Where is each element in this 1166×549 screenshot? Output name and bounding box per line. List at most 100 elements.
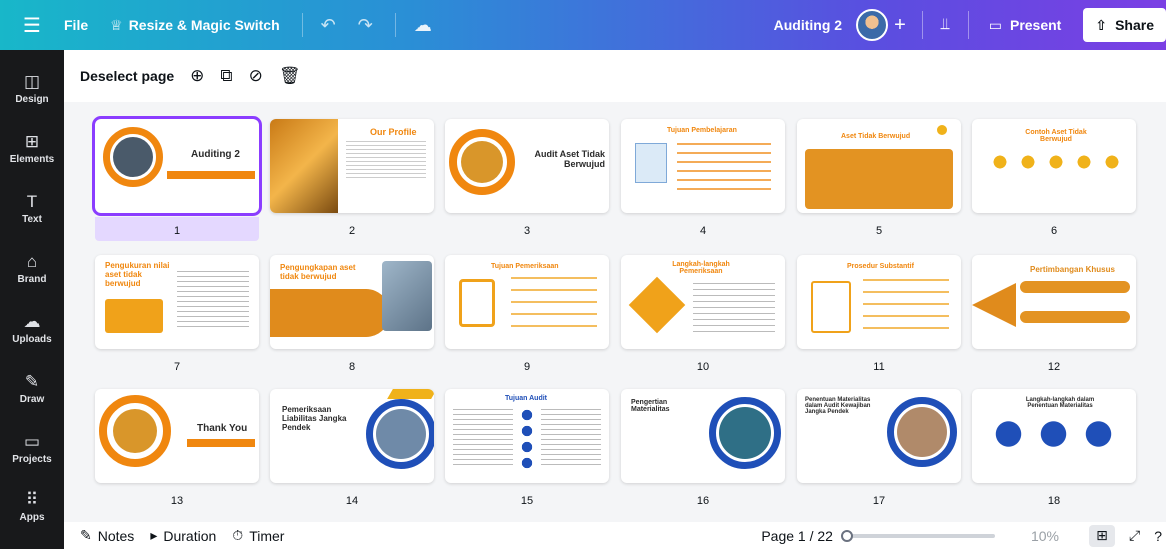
slide-thumbnail[interactable]: Thank You — [95, 389, 259, 483]
slide-17[interactable]: Penentuan Materialitas dalam Audit Kewaj… — [797, 389, 961, 507]
present-label: Present — [1009, 17, 1062, 33]
slide-thumbnail[interactable]: Audit Aset Tidak Berwujud — [445, 119, 609, 213]
add-page-icon[interactable]: ⊕ — [190, 66, 204, 86]
rail-label: Text — [22, 214, 42, 225]
zoom-level[interactable]: 10% — [1031, 528, 1059, 544]
present-icon: ▭ — [988, 16, 1002, 33]
rail-label: Design — [15, 94, 49, 105]
slide-13[interactable]: Thank You 13 — [95, 389, 259, 507]
slide-10[interactable]: Langkah-langkah Pemeriksaan 10 — [621, 255, 785, 373]
slide-thumbnail[interactable]: Penentuan Materialitas dalam Audit Kewaj… — [797, 389, 961, 483]
rail-label: Apps — [19, 512, 45, 523]
slide-14[interactable]: Pemeriksaan Liabilitas Jangka Pendek 14 — [270, 389, 434, 507]
slide-title: Pengukuran nilai aset tidak berwujud — [105, 261, 170, 288]
rail-item-uploads[interactable]: ☁ Uploads — [0, 312, 64, 345]
slide-thumbnail[interactable]: Pemeriksaan Liabilitas Jangka Pendek — [270, 389, 434, 483]
cloud-saved-icon[interactable]: ☁ — [414, 15, 432, 36]
zoom-slider-handle[interactable] — [840, 529, 853, 542]
slide-thumbnail[interactable]: Tujuan Pemeriksaan — [445, 255, 609, 349]
hide-page-icon[interactable]: ⊘ — [249, 66, 263, 86]
slide-thumbnail[interactable]: Aset Tidak Berwujud — [797, 119, 961, 213]
insights-icon[interactable]: ⫫ — [941, 16, 950, 34]
help-icon[interactable]: ? — [1154, 528, 1162, 544]
top-bar-right: Auditing 2 + ⫫ ▭ Present ⇧ Share — [774, 0, 1166, 50]
slide-15[interactable]: Tujuan Audit 15 — [445, 389, 609, 507]
slide-2[interactable]: Our Profile 2 — [270, 119, 434, 237]
redo-icon[interactable]: ↷ — [358, 15, 373, 36]
resize-magic-switch-button[interactable]: ♕ Resize & Magic Switch — [110, 17, 280, 34]
rail-item-elements[interactable]: ⊞ Elements — [0, 132, 64, 165]
slide-title: Langkah-langkah Pemeriksaan — [672, 261, 730, 275]
page-indicator[interactable]: Page 1 / 22 — [761, 528, 833, 544]
present-button[interactable]: ▭ Present — [975, 8, 1076, 42]
slide-thumbnail[interactable]: Contoh Aset Tidak Berwujud — [972, 119, 1136, 213]
avatar[interactable] — [856, 9, 889, 41]
timer-button[interactable]: ⏱ Timer — [232, 527, 284, 544]
slide-number: 14 — [345, 495, 359, 507]
file-label: File — [64, 17, 89, 33]
apps-icon: ⠿ — [25, 490, 39, 509]
rail-item-draw[interactable]: ✎ Draw — [0, 372, 64, 405]
draw-icon: ✎ — [24, 372, 40, 391]
fullscreen-icon[interactable]: ⤢ — [1129, 527, 1140, 544]
slide-4[interactable]: Tujuan Pembelajaran 4 — [621, 119, 785, 237]
slide-3[interactable]: Audit Aset Tidak Berwujud 3 — [445, 119, 609, 237]
slide-thumbnail[interactable]: Auditing 2 — [92, 116, 262, 216]
slide-title: Tujuan Pembelajaran — [667, 127, 737, 134]
slide-title: Pemeriksaan Liabilitas Jangka Pendek — [282, 405, 347, 432]
slide-thumbnail[interactable]: Langkah-langkah Pemeriksaan — [621, 255, 785, 349]
slide-number: 18 — [1047, 495, 1061, 507]
add-collaborator-icon[interactable]: + — [894, 14, 906, 37]
divider — [921, 11, 923, 39]
duration-button[interactable]: ▸ Duration — [150, 527, 216, 544]
slide-title: Audit Aset Tidak Berwujud — [534, 149, 605, 169]
rail-label: Projects — [12, 454, 52, 465]
grid-view-icon[interactable]: ⊞ — [1089, 524, 1115, 547]
slide-thumbnail[interactable]: Langkah-langkah dalam Penentuan Material… — [972, 389, 1136, 483]
slide-9[interactable]: Tujuan Pemeriksaan 9 — [445, 255, 609, 373]
rail-item-brand[interactable]: ⌂ Brand — [0, 252, 64, 285]
notes-button[interactable]: ✎ Notes — [80, 527, 134, 544]
projects-icon: ▭ — [23, 432, 41, 451]
slide-18[interactable]: Langkah-langkah dalam Penentuan Material… — [972, 389, 1136, 507]
document-title[interactable]: Auditing 2 — [774, 17, 842, 33]
resize-label: Resize & Magic Switch — [128, 17, 280, 33]
slide-7[interactable]: Pengukuran nilai aset tidak berwujud 7 — [95, 255, 259, 373]
slide-thumbnail[interactable]: Pengungkapan aset tidak berwujud — [270, 255, 434, 349]
slide-thumbnail[interactable]: Pengertian Materialitas — [621, 389, 785, 483]
rail-item-projects[interactable]: ▭ Projects — [0, 432, 64, 465]
slide-number: 12 — [1047, 361, 1061, 373]
delete-page-icon[interactable]: 🗑 — [279, 66, 301, 86]
duplicate-page-icon[interactable]: ⧉ — [220, 66, 232, 86]
rail-item-apps[interactable]: ⠿ Apps — [0, 490, 64, 523]
slide-8[interactable]: Pengungkapan aset tidak berwujud 8 — [270, 255, 434, 373]
slide-6[interactable]: Contoh Aset Tidak Berwujud 6 — [972, 119, 1136, 237]
slide-number: 2 — [348, 225, 356, 237]
slide-title: Penentuan Materialitas dalam Audit Kewaj… — [805, 397, 871, 415]
elements-icon: ⊞ — [24, 132, 40, 151]
slide-number: 7 — [173, 361, 181, 373]
slide-number: 6 — [1050, 225, 1058, 237]
menu-icon[interactable]: ☰ — [0, 13, 64, 38]
slide-thumbnail[interactable]: Our Profile — [270, 119, 434, 213]
slide-thumbnail[interactable]: Pertimbangan Khusus — [972, 255, 1136, 349]
brand-icon: ⌂ — [26, 252, 38, 271]
slide-number: 5 — [875, 225, 883, 237]
slide-title: Pengungkapan aset tidak berwujud — [280, 263, 356, 281]
slide-11[interactable]: Prosedur Substantif 11 — [797, 255, 961, 373]
slide-1[interactable]: Auditing 2 1 — [92, 116, 262, 241]
rail-item-text[interactable]: T Text — [0, 192, 64, 225]
slide-thumbnail[interactable]: Tujuan Pembelajaran — [621, 119, 785, 213]
slide-16[interactable]: Pengertian Materialitas 16 — [621, 389, 785, 507]
share-button[interactable]: ⇧ Share — [1083, 8, 1166, 42]
slide-thumbnail[interactable]: Prosedur Substantif — [797, 255, 961, 349]
slide-12[interactable]: Pertimbangan Khusus 12 — [972, 255, 1136, 373]
file-menu[interactable]: File — [64, 17, 88, 33]
slide-thumbnail[interactable]: Tujuan Audit — [445, 389, 609, 483]
zoom-slider[interactable] — [840, 529, 995, 542]
rail-item-design[interactable]: ◫ Design — [0, 72, 64, 105]
slide-5[interactable]: Aset Tidak Berwujud 5 — [797, 119, 961, 237]
slide-thumbnail[interactable]: Pengukuran nilai aset tidak berwujud — [95, 255, 259, 349]
deselect-page-button[interactable]: Deselect page — [80, 68, 174, 84]
undo-icon[interactable]: ↶ — [321, 15, 336, 36]
